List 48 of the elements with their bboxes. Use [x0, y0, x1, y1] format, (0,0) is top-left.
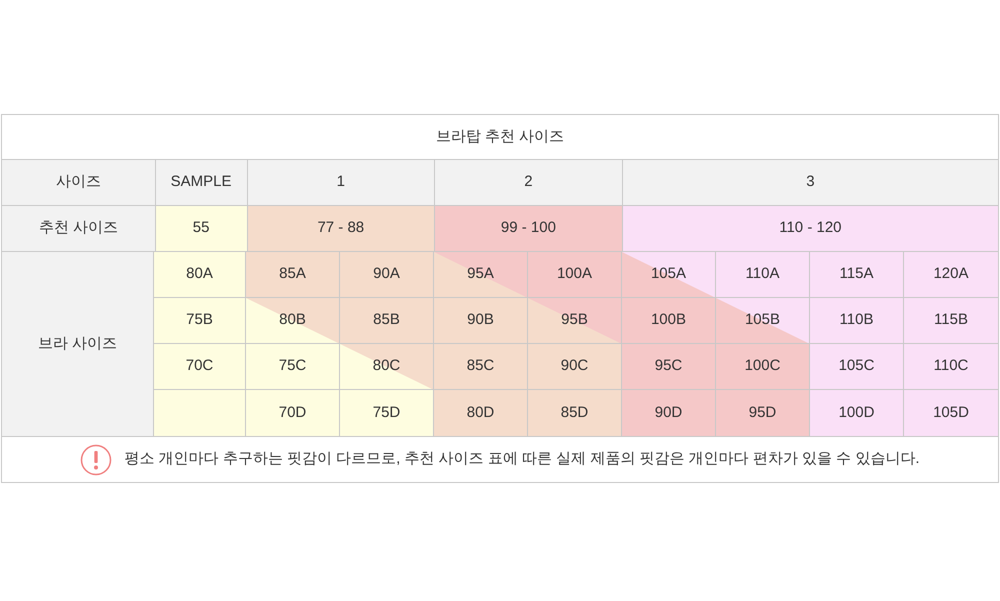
table-cell: 85C — [434, 344, 528, 390]
table-cell: 100D — [810, 390, 904, 436]
table-cell: 95D — [716, 390, 810, 436]
table-cell: 95A — [434, 252, 528, 298]
table-cell: 100A — [528, 252, 622, 298]
table-cell: 110 - 120 — [622, 206, 998, 251]
table-header-cell: 사이즈 — [2, 160, 156, 205]
table-cell: 77 - 88 — [248, 206, 436, 251]
table-cell: 110A — [716, 252, 810, 298]
table-cell: 80D — [434, 390, 528, 436]
table-cell: 115B — [904, 298, 998, 344]
table-cell: 75B — [154, 298, 246, 344]
table-cell: 80C — [340, 344, 434, 390]
table-cell: 70C — [154, 344, 246, 390]
table-cell: 100B — [622, 298, 716, 344]
table-cell: 105A — [622, 252, 716, 298]
table-cell: 85D — [528, 390, 622, 436]
table-header-cell: 1 — [248, 160, 436, 205]
table-cell: 55 — [156, 206, 248, 251]
table-cell: 110B — [810, 298, 904, 344]
table-header-cell: 브라 사이즈 — [2, 252, 154, 436]
table-cell: 80A — [154, 252, 246, 298]
warning-icon — [80, 444, 112, 476]
table-cell: 105B — [716, 298, 810, 344]
table-cell: 85B — [340, 298, 434, 344]
table-cell: 110C — [904, 344, 998, 390]
table-cell: 90A — [340, 252, 434, 298]
table-cell: 99 - 100 — [435, 206, 623, 251]
table-cell-text: 105D — [932, 402, 970, 423]
table-cell: 95C — [622, 344, 716, 390]
notice-text: 평소 개인마다 추구하는 핏감이 다르므로, 추천 사이즈 표에 따른 실제 제품의 핏감은 개인마다 편차가 있을 수 있습니다. — [124, 449, 920, 470]
table-cell: 90C — [528, 344, 622, 390]
table-cell: 75C — [246, 344, 340, 390]
table-cell: 105C — [810, 344, 904, 390]
table-cell: 75D — [340, 390, 434, 436]
table-cell: 85A — [246, 252, 340, 298]
table-header-cell: 2 — [435, 160, 623, 205]
table-cell: 120A — [904, 252, 998, 298]
table-cell: 90B — [434, 298, 528, 344]
table-cell: 80B — [246, 298, 340, 344]
table-cell: 70D — [246, 390, 340, 436]
table-cell: 100C — [716, 344, 810, 390]
table-cell: 115A — [810, 252, 904, 298]
table-header-cell: SAMPLE — [156, 160, 248, 205]
table-cell: 95B — [528, 298, 622, 344]
table-header-cell: 3 — [622, 160, 998, 205]
table-header-cell: 추천 사이즈 — [2, 206, 156, 251]
table-cell: 90D — [622, 390, 716, 436]
